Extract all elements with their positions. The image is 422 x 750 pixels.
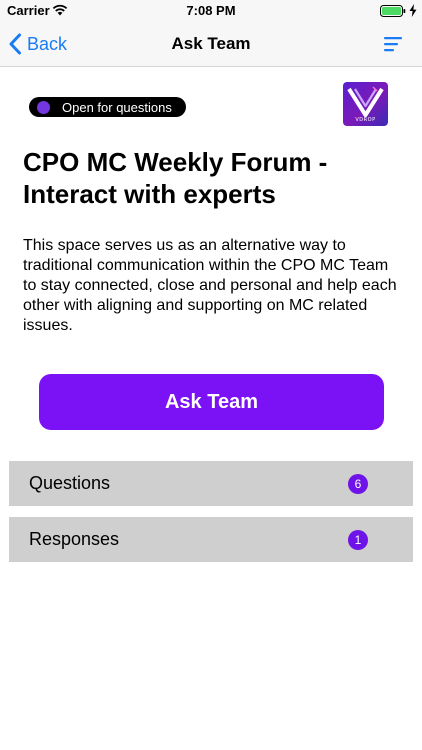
nav-title: Ask Team <box>171 34 251 53</box>
logo-text: VDROP <box>355 117 376 123</box>
vdrop-logo: VDROP <box>343 82 388 126</box>
page-title: CPO MC Weekly Forum - Interact with expe… <box>23 147 328 209</box>
battery-icon <box>380 5 406 17</box>
ask-team-button[interactable]: Ask Team <box>39 374 384 430</box>
questions-row[interactable]: Questions 6 <box>9 461 413 506</box>
status-bar: Carrier 7:08 PM <box>0 0 422 22</box>
clock-time: 7:08 PM <box>186 3 236 18</box>
responses-label: Responses <box>29 529 120 549</box>
questions-count-badge: 6 <box>348 474 368 494</box>
menu-icon[interactable] <box>382 34 404 54</box>
charging-bolt-icon <box>409 4 417 17</box>
forum-description: This space serves us as an alternative w… <box>23 237 397 334</box>
navigation-bar: Back Ask Team <box>0 22 422 67</box>
status-badge: Open for questions <box>29 97 186 117</box>
questions-label: Questions <box>29 473 111 493</box>
status-dot-icon <box>37 100 50 114</box>
status-badge-label: Open for questions <box>62 99 172 115</box>
responses-row[interactable]: Responses 1 <box>9 517 413 562</box>
responses-count-badge: 1 <box>348 530 368 550</box>
